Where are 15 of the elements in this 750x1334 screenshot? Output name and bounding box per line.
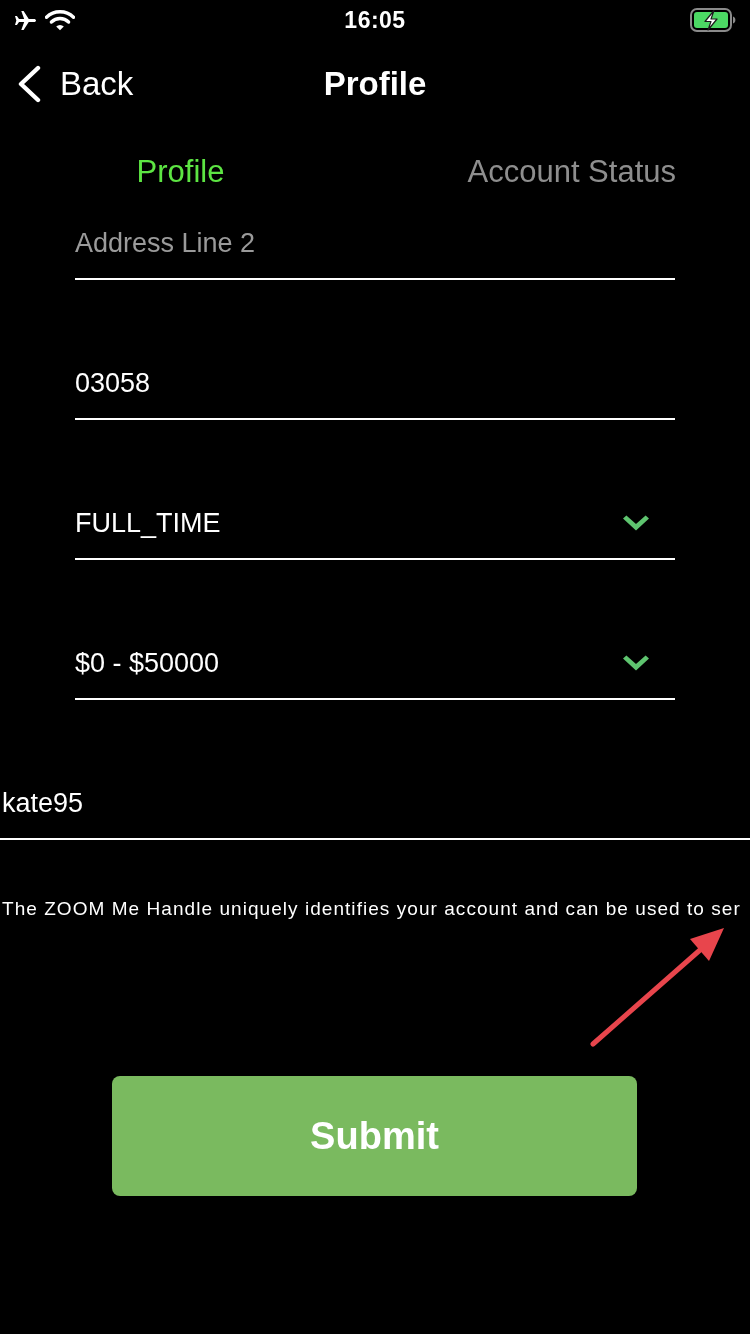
dropdown-field[interactable]: FULL_TIME [75,488,675,560]
chevron-left-icon [16,65,42,103]
tab[interactable]: Account Status [467,154,676,190]
input-field[interactable]: Address Line 2 [75,208,675,280]
tab[interactable]: Profile [136,154,225,190]
chevron-down-icon [623,515,649,531]
handle-helper-text: The ZOOM Me Handle uniquely identifies your account and can be used to ser [1,897,742,921]
dropdown-field[interactable]: $0 - $50000 [75,628,675,700]
status-time: 16:05 [344,6,406,34]
handle-input-field[interactable]: kate95 [0,768,750,840]
back-button[interactable]: Back [0,65,134,103]
wifi-icon [45,9,75,31]
chevron-down-icon [623,655,649,671]
page-title: Profile [323,65,427,103]
input-field[interactable]: 03058 [75,348,675,420]
